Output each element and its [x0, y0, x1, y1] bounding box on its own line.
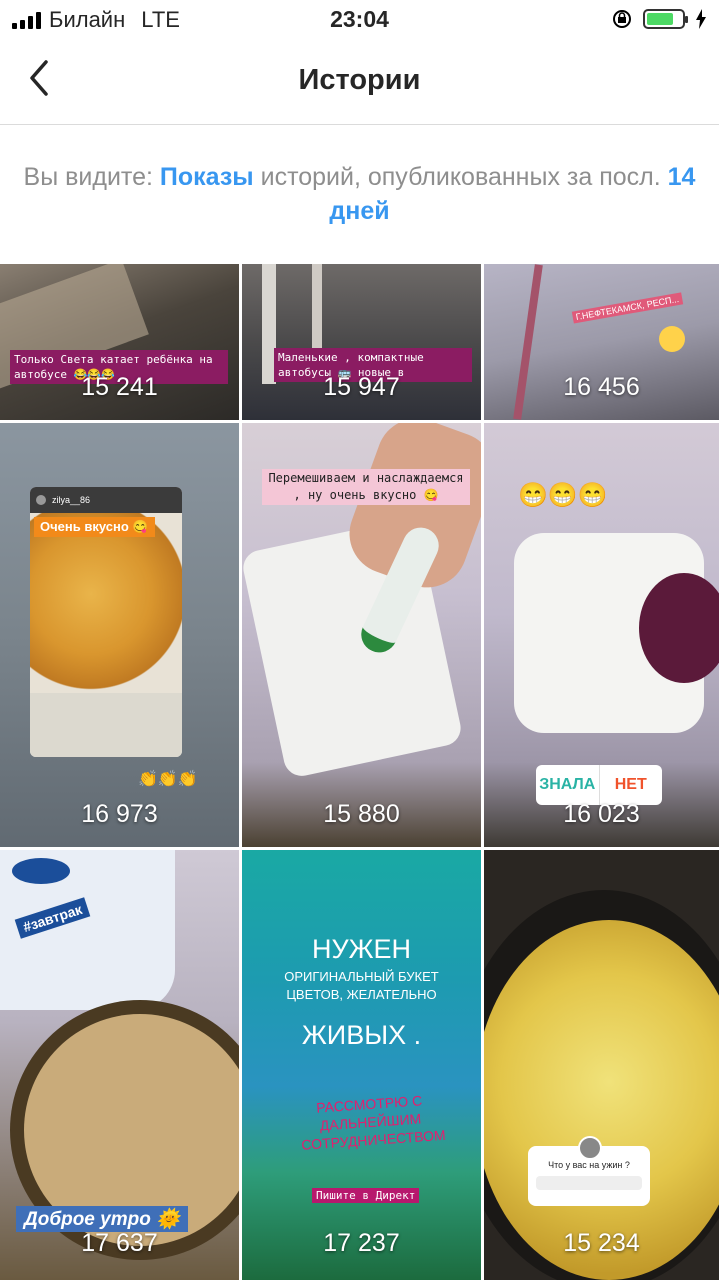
question-sticker: Что у вас на ужин ? [528, 1136, 650, 1206]
story-caption: Перемешиваем и наслаждаемся , ну очень в… [262, 469, 470, 505]
story-view-count: 15 947 [323, 373, 400, 401]
story-tile[interactable]: #завтрак Доброе утро 🌞 17 637 [0, 850, 239, 1280]
story-tile[interactable]: 😁😁😁 ЗНАЛА НЕТ 16 023 [484, 423, 719, 847]
story-caption: Г.НЕФТЕКАМСК, РЕСП... [571, 292, 683, 324]
story-headline: НУЖЕН [311, 934, 412, 964]
notice-prefix: Вы видите: [23, 163, 160, 191]
story-view-count: 15 234 [563, 1229, 640, 1257]
story-tile[interactable]: Только Света катает ребёнка на автобусе … [0, 264, 239, 420]
story-text-2: РАССМОТРЮ С ДАЛЬНЕЙШИМ СОТРУДНИЧЕСТВОМ [300, 1092, 447, 1153]
story-text: ОРИГИНАЛЬНЫЙ БУКЕТ ЦВЕТОВ, ЖЕЛАТЕЛЬНО [284, 969, 439, 1002]
poll-sticker: ЗНАЛА НЕТ [536, 765, 662, 805]
battery-icon [643, 9, 688, 29]
sun-sticker [659, 326, 685, 352]
page-title: Истории [298, 64, 421, 96]
status-bar: Билайн LTE 23:04 [0, 0, 719, 40]
story-caption: Очень вкусно 😋 [34, 517, 155, 537]
story-tile[interactable]: Что у вас на ужин ? 15 234 [484, 850, 719, 1280]
poll-option-no: НЕТ [614, 776, 647, 793]
story-headline-2: ЖИВЫХ . [301, 1020, 422, 1050]
story-view-count: 17 637 [81, 1229, 158, 1257]
story-view-count: 16 456 [563, 373, 640, 401]
story-view-count: 15 880 [323, 800, 400, 828]
charging-icon [696, 9, 706, 29]
story-view-count: 16 023 [563, 800, 640, 828]
notice-middle: историй, опубликованных за посл. [253, 163, 668, 191]
navigation-bar: Истории [0, 40, 719, 125]
story-view-count: 16 973 [81, 800, 158, 828]
filter-notice: Вы видите: Показы историй, опубликованны… [20, 160, 699, 228]
story-tile[interactable]: Перемешиваем и наслаждаемся , ну очень в… [242, 423, 481, 847]
story-tile[interactable]: Г.НЕФТЕКАМСК, РЕСП... 16 456 [484, 264, 719, 420]
story-author: zilya__86 [52, 495, 91, 505]
question-text: Что у вас на ужин ? [548, 1160, 630, 1170]
grin-emoji-sticker: 😁😁😁 [518, 482, 608, 509]
metric-filter-link[interactable]: Показы [160, 163, 254, 191]
story-tile[interactable]: zilya__86 Очень вкусно 😋 👏👏👏 16 973 [0, 423, 239, 847]
poll-option-yes: ЗНАЛА [536, 765, 600, 805]
story-tile[interactable]: НУЖЕН ОРИГИНАЛЬНЫЙ БУКЕТ ЦВЕТОВ, ЖЕЛАТЕЛ… [242, 850, 481, 1280]
story-cta: Пишите в Директ [312, 1188, 420, 1203]
story-view-count: 15 241 [81, 373, 158, 401]
story-tile[interactable]: Маленькие , компактные автобусы 🚌 новые … [242, 264, 481, 420]
orientation-lock-icon [613, 10, 631, 28]
story-view-count: 17 237 [323, 1229, 400, 1257]
hands-sticker: 👏👏👏 [138, 771, 198, 788]
